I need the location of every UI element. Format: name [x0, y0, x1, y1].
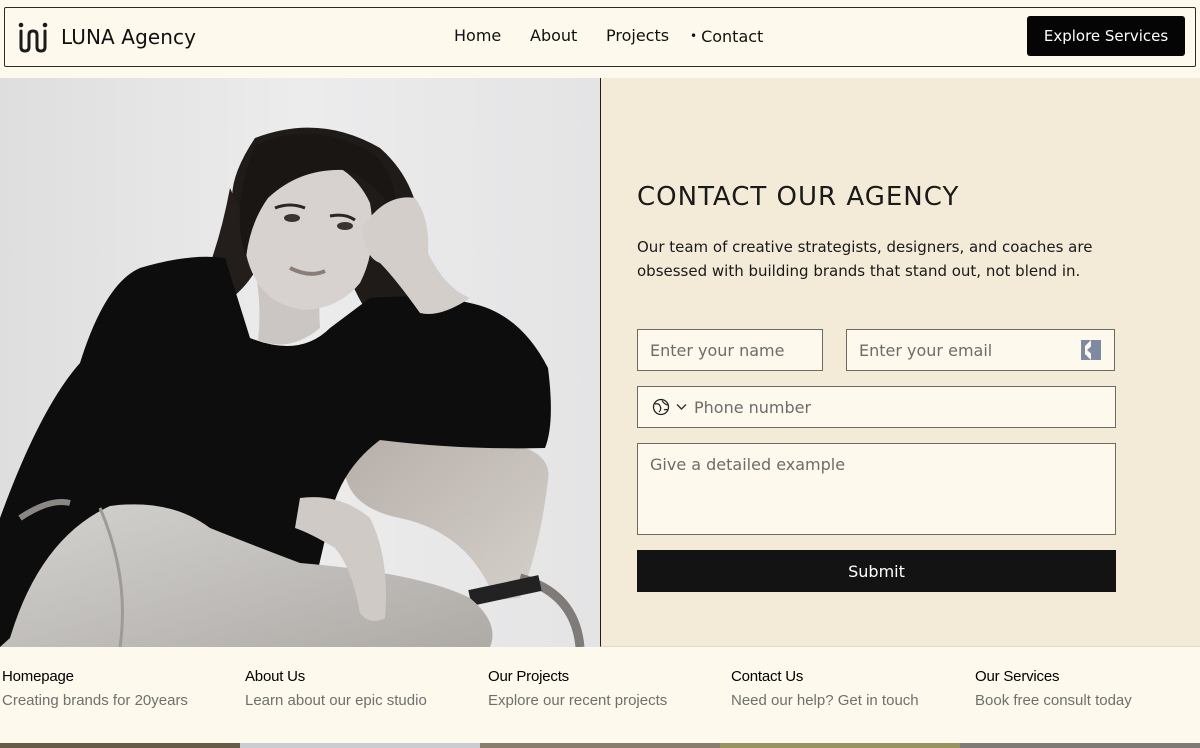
- nav-contact-link[interactable]: • Contact: [690, 27, 763, 46]
- site-header: LUNA Agency Home About Projects • Contact…: [4, 7, 1196, 67]
- explore-services-button[interactable]: Explore Services: [1027, 16, 1185, 56]
- footer-link-subtitle: Explore our recent projects: [488, 692, 668, 709]
- contact-description: Our team of creative strategists, design…: [637, 238, 1093, 280]
- phone-field-wrapper: [637, 386, 1116, 428]
- autofill-key-icon[interactable]: [1080, 339, 1102, 361]
- hero-portrait-image: [0, 78, 600, 647]
- footer-link-title: Contact Us: [731, 668, 804, 685]
- active-dot-icon: •: [690, 29, 698, 43]
- footer-link-subtitle: Creating brands for 20years: [2, 692, 188, 709]
- email-field-wrapper: [846, 329, 1115, 371]
- footer-link-subtitle: Need our help? Get in touch: [731, 692, 919, 709]
- footer-links: Homepage Creating brands for 20years Abo…: [0, 647, 1200, 742]
- image-strip-preview: [0, 743, 1200, 748]
- contact-section: CONTACT OUR AGENCY Our team of creative …: [600, 78, 1200, 647]
- nav-contact-label: Contact: [701, 27, 764, 46]
- phone-input[interactable]: [682, 387, 1112, 427]
- email-input[interactable]: [846, 329, 1115, 371]
- main-nav: Home About Projects • Contact: [5, 8, 1195, 66]
- footer-link-contact[interactable]: Contact Us Need our help? Get in touch: [731, 668, 919, 709]
- footer-link-title: Our Projects: [488, 668, 569, 685]
- submit-button[interactable]: Submit: [637, 550, 1116, 592]
- footer-link-subtitle: Book free consult today: [975, 692, 1132, 709]
- footer-link-subtitle: Learn about our epic studio: [245, 692, 427, 709]
- nav-projects-link[interactable]: Projects: [606, 26, 669, 45]
- globe-icon: [652, 398, 670, 416]
- name-input[interactable]: [637, 329, 823, 371]
- footer-link-projects[interactable]: Our Projects Explore our recent projects: [488, 668, 667, 709]
- footer-link-about[interactable]: About Us Learn about our epic studio: [245, 668, 427, 709]
- message-textarea[interactable]: [637, 443, 1116, 535]
- footer-link-title: Homepage: [2, 668, 74, 685]
- footer-link-title: Our Services: [975, 668, 1060, 685]
- footer-link-title: About Us: [245, 668, 306, 685]
- contact-title: CONTACT OUR AGENCY: [637, 182, 960, 212]
- nav-about-link[interactable]: About: [530, 26, 577, 45]
- footer-link-homepage[interactable]: Homepage Creating brands for 20years: [2, 668, 188, 709]
- footer-link-services[interactable]: Our Services Book free consult today: [975, 668, 1132, 709]
- nav-home-link[interactable]: Home: [454, 26, 501, 45]
